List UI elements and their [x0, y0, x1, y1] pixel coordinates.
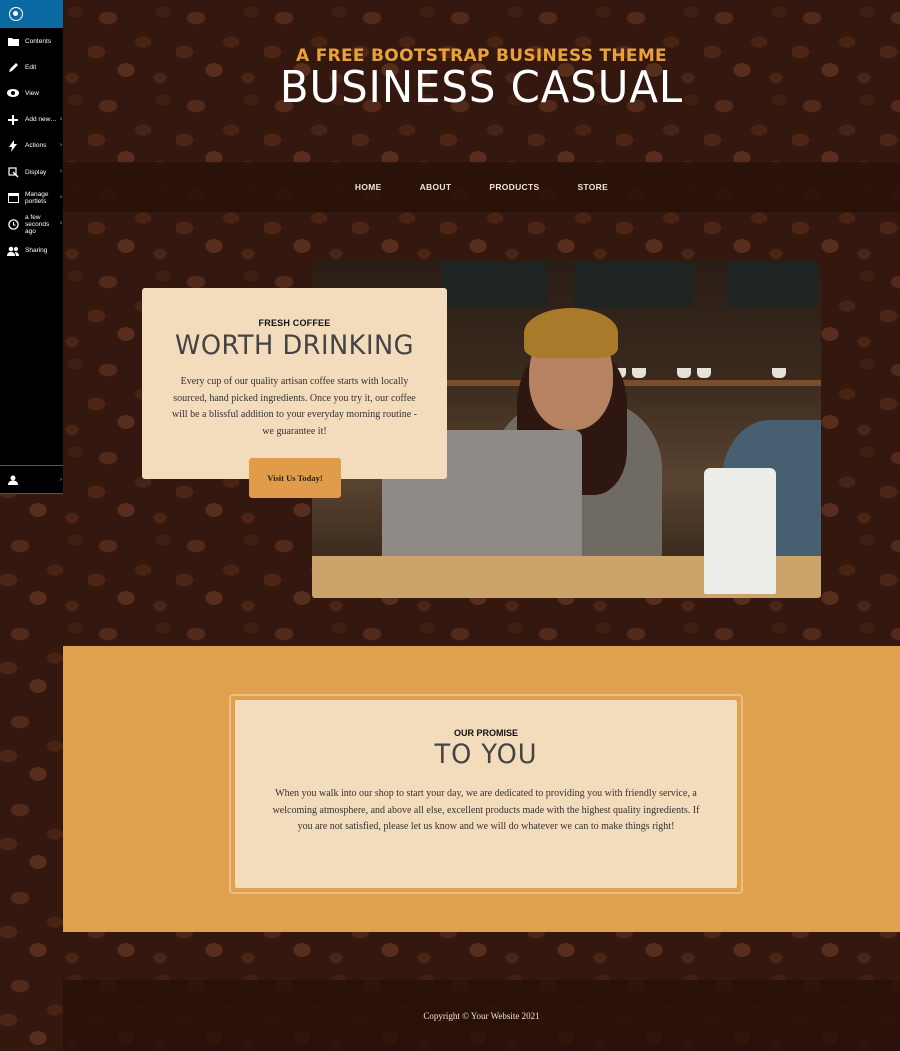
plus-icon: [7, 114, 19, 126]
chalkboard-menu: [442, 262, 547, 307]
toolbar-item-label: Manage portlets: [25, 191, 49, 206]
toolbar-item-label: Edit: [25, 63, 37, 71]
site-brand[interactable]: BUSINESS CASUAL: [84, 62, 879, 113]
display-icon: [7, 166, 19, 178]
hero-text: Every cup of our quality artisan coffee …: [172, 376, 417, 437]
promise-title: TO YOU: [434, 739, 538, 770]
toolbar-item-label: Sharing: [25, 247, 48, 255]
folder-icon: [7, 35, 19, 47]
toolbar-item-label: a few seconds ago: [25, 213, 50, 235]
lightning-icon: [7, 139, 19, 152]
user-icon: [7, 474, 19, 486]
takeaway-cup: [704, 468, 776, 594]
pencil-icon: [7, 61, 19, 73]
toolbar-item-contents[interactable]: Contents: [0, 28, 63, 54]
hero-intro-card: FRESH COFFEE WORTH DRINKING Every cup of…: [142, 288, 447, 479]
promise-card-frame: OUR PROMISE TO YOU When you walk into ou…: [229, 694, 743, 894]
site-header: A FREE BOOTSTRAP BUSINESS THEME BUSINESS…: [63, 0, 900, 162]
eye-icon: [7, 87, 19, 99]
chevron-right-icon: ›: [60, 476, 62, 483]
toolbar-item-history[interactable]: a few seconds ago ›: [0, 211, 63, 237]
main-navigation: HOME ABOUT PRODUCTS STORE: [63, 162, 900, 212]
promise-card: OUR PROMISE TO YOU When you walk into ou…: [235, 700, 737, 888]
toolbar-user-label: admin: [25, 476, 43, 483]
nav-link-products[interactable]: PRODUCTS: [470, 182, 558, 192]
nav-link-about[interactable]: ABOUT: [401, 182, 471, 192]
toolbar-item-display[interactable]: Display ›: [0, 159, 63, 185]
promise-section: OUR PROMISE TO YOU When you walk into ou…: [63, 646, 900, 932]
site-footer: Copyright © Your Website 2021: [63, 980, 900, 1051]
hero-kicker: FRESH COFFEE: [258, 318, 331, 328]
toolbar-item-edit[interactable]: Edit: [0, 54, 63, 80]
copyright-text: Copyright © Your Website 2021: [423, 1010, 540, 1021]
toolbar-item-label: Add new…: [25, 116, 57, 124]
chevron-right-icon: ›: [60, 220, 62, 227]
chevron-right-icon: ›: [60, 194, 62, 201]
window-icon: [7, 192, 19, 204]
toolbar-item-label: Actions: [25, 142, 47, 150]
chevron-right-icon: ›: [60, 116, 62, 123]
visit-us-button[interactable]: Visit Us Today!: [249, 458, 341, 498]
users-icon: [7, 245, 19, 257]
promise-text: When you walk into our shop to start you…: [272, 788, 700, 832]
cup: [677, 368, 691, 378]
chalkboard-menu: [574, 262, 694, 307]
plone-logo-icon: [9, 7, 23, 21]
toolbar-item-label: View: [25, 89, 39, 97]
shelf: [432, 380, 821, 386]
cup: [632, 368, 646, 378]
cup: [772, 368, 786, 378]
toolbar-logo-button[interactable]: [0, 0, 63, 28]
chalkboard-menu: [727, 262, 817, 307]
clock-icon: [7, 218, 19, 230]
toolbar-item-actions[interactable]: Actions ›: [0, 133, 63, 159]
promise-kicker: OUR PROMISE: [453, 728, 518, 738]
hero-title: WORTH DRINKING: [174, 330, 415, 361]
toolbar-item-manage-portlets[interactable]: Manage portlets ›: [0, 185, 63, 211]
toolbar-item-view[interactable]: View: [0, 80, 63, 106]
toolbar-item-label: Display: [25, 168, 47, 176]
cup: [697, 368, 711, 378]
toolbar-item-label: Contents: [25, 37, 52, 45]
chevron-right-icon: ›: [60, 142, 62, 149]
toolbar-item-add-new[interactable]: Add new… ›: [0, 107, 63, 133]
toolbar-item-sharing[interactable]: Sharing: [0, 238, 63, 264]
chevron-right-icon: ›: [60, 168, 62, 175]
nav-link-store[interactable]: STORE: [558, 182, 627, 192]
toolbar-user-menu[interactable]: admin ›: [0, 465, 63, 494]
nav-link-home[interactable]: HOME: [336, 182, 401, 192]
edit-toolbar: Contents Edit View Add new… › Actions › …: [0, 0, 63, 493]
barista-beanie: [524, 308, 618, 358]
